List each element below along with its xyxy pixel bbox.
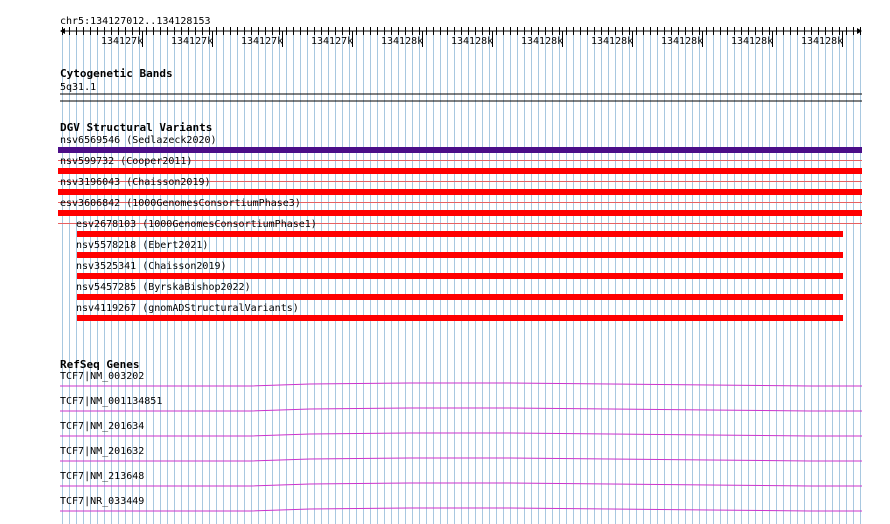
variant-label: nsv3525341 (Chaisson2019) (76, 261, 227, 272)
cytoband-title: Cytogenetic Bands (60, 67, 173, 80)
variant-label: nsv6569546 (Sedlazeck2020) (60, 135, 217, 146)
variant-label: nsv5457285 (ByrskaBishop2022) (76, 282, 251, 293)
variant-label: esv2678103 (1000GenomesConsortiumPhase1) (76, 219, 317, 230)
ruler-tick-label: 134127k (101, 36, 143, 47)
variant-bar[interactable] (77, 252, 843, 258)
location-label: chr5:134127012..134128153 (60, 16, 211, 27)
variant-bar[interactable] (58, 189, 862, 195)
variant-bar[interactable] (77, 231, 843, 237)
variant-label: nsv4119267 (gnomADStructuralVariants) (76, 303, 299, 314)
ruler-tick-label: 134127k (171, 36, 213, 47)
gene-label: TCF7|NR_033449 (60, 496, 144, 507)
ruler-tick-label: 134128k (381, 36, 423, 47)
ruler-tick-label: 134127k (311, 36, 353, 47)
variant-label: nsv3196043 (Chaisson2019) (60, 177, 211, 188)
ruler-tick-labels: 134127k 134127k 134127k 134127k 134128k 13412… (101, 31, 843, 47)
ruler-tick-label: 134128k (801, 36, 843, 47)
variant-bar[interactable] (77, 294, 843, 300)
ruler-tick-label: 134128k (451, 36, 493, 47)
dgv-title: DGV Structural Variants (60, 121, 212, 134)
ruler-tick-label: 134128k (661, 36, 703, 47)
variant-label: nsv599732 (Cooper2011) (60, 156, 192, 167)
ruler-tick-label: 134127k (241, 36, 283, 47)
genome-viewer: chr5:134127012..134128153 134127k 134127k… (58, 16, 862, 524)
ruler[interactable]: chr5:134127012..134128153 134127k 134127k… (60, 16, 862, 47)
gene-label: TCF7|NM_003202 (60, 371, 144, 382)
variant-bar[interactable] (58, 168, 862, 174)
gene-label: TCF7|NM_213648 (60, 471, 144, 482)
variant-bar[interactable] (58, 210, 862, 216)
cytoband-label: 5q31.1 (60, 82, 96, 93)
variant-bar[interactable] (77, 273, 843, 279)
ruler-tick-label: 134128k (521, 36, 563, 47)
ruler-tick-label: 134128k (591, 36, 633, 47)
gene-label: TCF7|NM_201634 (60, 421, 144, 432)
ruler-tick-label: 134128k (731, 36, 773, 47)
variant-bar[interactable] (77, 315, 843, 321)
variant-bar[interactable] (58, 147, 862, 153)
variant-label: esv3606842 (1000GenomesConsortiumPhase3) (60, 198, 301, 209)
refseq-title: RefSeq Genes (60, 358, 139, 371)
gene-label: TCF7|NM_001134851 (60, 396, 162, 407)
gene-label: TCF7|NM_201632 (60, 446, 144, 457)
variant-label: nsv5578218 (Ebert2021) (76, 240, 208, 251)
